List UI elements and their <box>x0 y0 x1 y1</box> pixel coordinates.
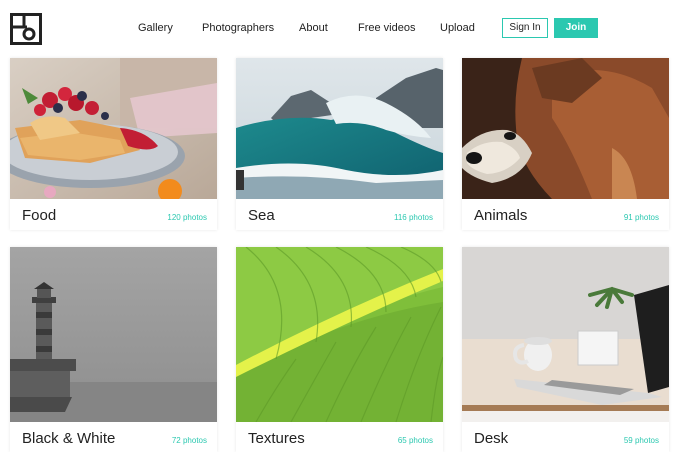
photo-count: 116 photos <box>394 213 433 222</box>
nav-photographers[interactable]: Photographers <box>202 22 274 34</box>
photo-count: 72 photos <box>171 436 207 445</box>
leaf-texture-photo[interactable] <box>236 247 443 422</box>
category-card-sea[interactable]: Sea 116 photos <box>236 58 443 230</box>
brand-logo-icon[interactable] <box>10 13 42 45</box>
category-card-animals[interactable]: Animals 91 photos <box>462 58 669 230</box>
category-card-food[interactable]: Food 120 photos <box>10 58 217 230</box>
food-photo[interactable] <box>10 58 217 199</box>
category-label: Desk <box>474 430 509 447</box>
photo-count: 65 photos <box>397 436 433 445</box>
site-header: Gallery Photographers About Free videos … <box>0 0 679 58</box>
category-card-black-white[interactable]: Black & White 72 photos <box>10 247 217 452</box>
dog-photo[interactable] <box>462 58 669 199</box>
nav-about[interactable]: About <box>299 22 328 34</box>
category-card-textures[interactable]: Textures 65 photos <box>236 247 443 452</box>
sea-wave-photo[interactable] <box>236 58 443 199</box>
category-label: Sea <box>248 207 275 224</box>
category-label: Textures <box>248 430 305 447</box>
desk-laptop-photo[interactable] <box>462 247 669 422</box>
sign-in-button[interactable]: Sign In <box>502 18 548 38</box>
nav-upload[interactable]: Upload <box>440 22 475 34</box>
nav-free-videos[interactable]: Free videos <box>358 22 415 34</box>
join-button[interactable]: Join <box>554 18 598 38</box>
photo-count: 120 photos <box>167 213 207 222</box>
category-card-desk[interactable]: Desk 59 photos <box>462 247 669 452</box>
lighthouse-photo[interactable] <box>10 247 217 422</box>
category-label: Food <box>22 207 57 224</box>
photo-count: 91 photos <box>623 213 659 222</box>
nav-gallery[interactable]: Gallery <box>138 22 173 34</box>
photo-count: 59 photos <box>623 436 659 445</box>
category-label: Animals <box>474 207 528 224</box>
category-label: Black & White <box>22 430 116 447</box>
